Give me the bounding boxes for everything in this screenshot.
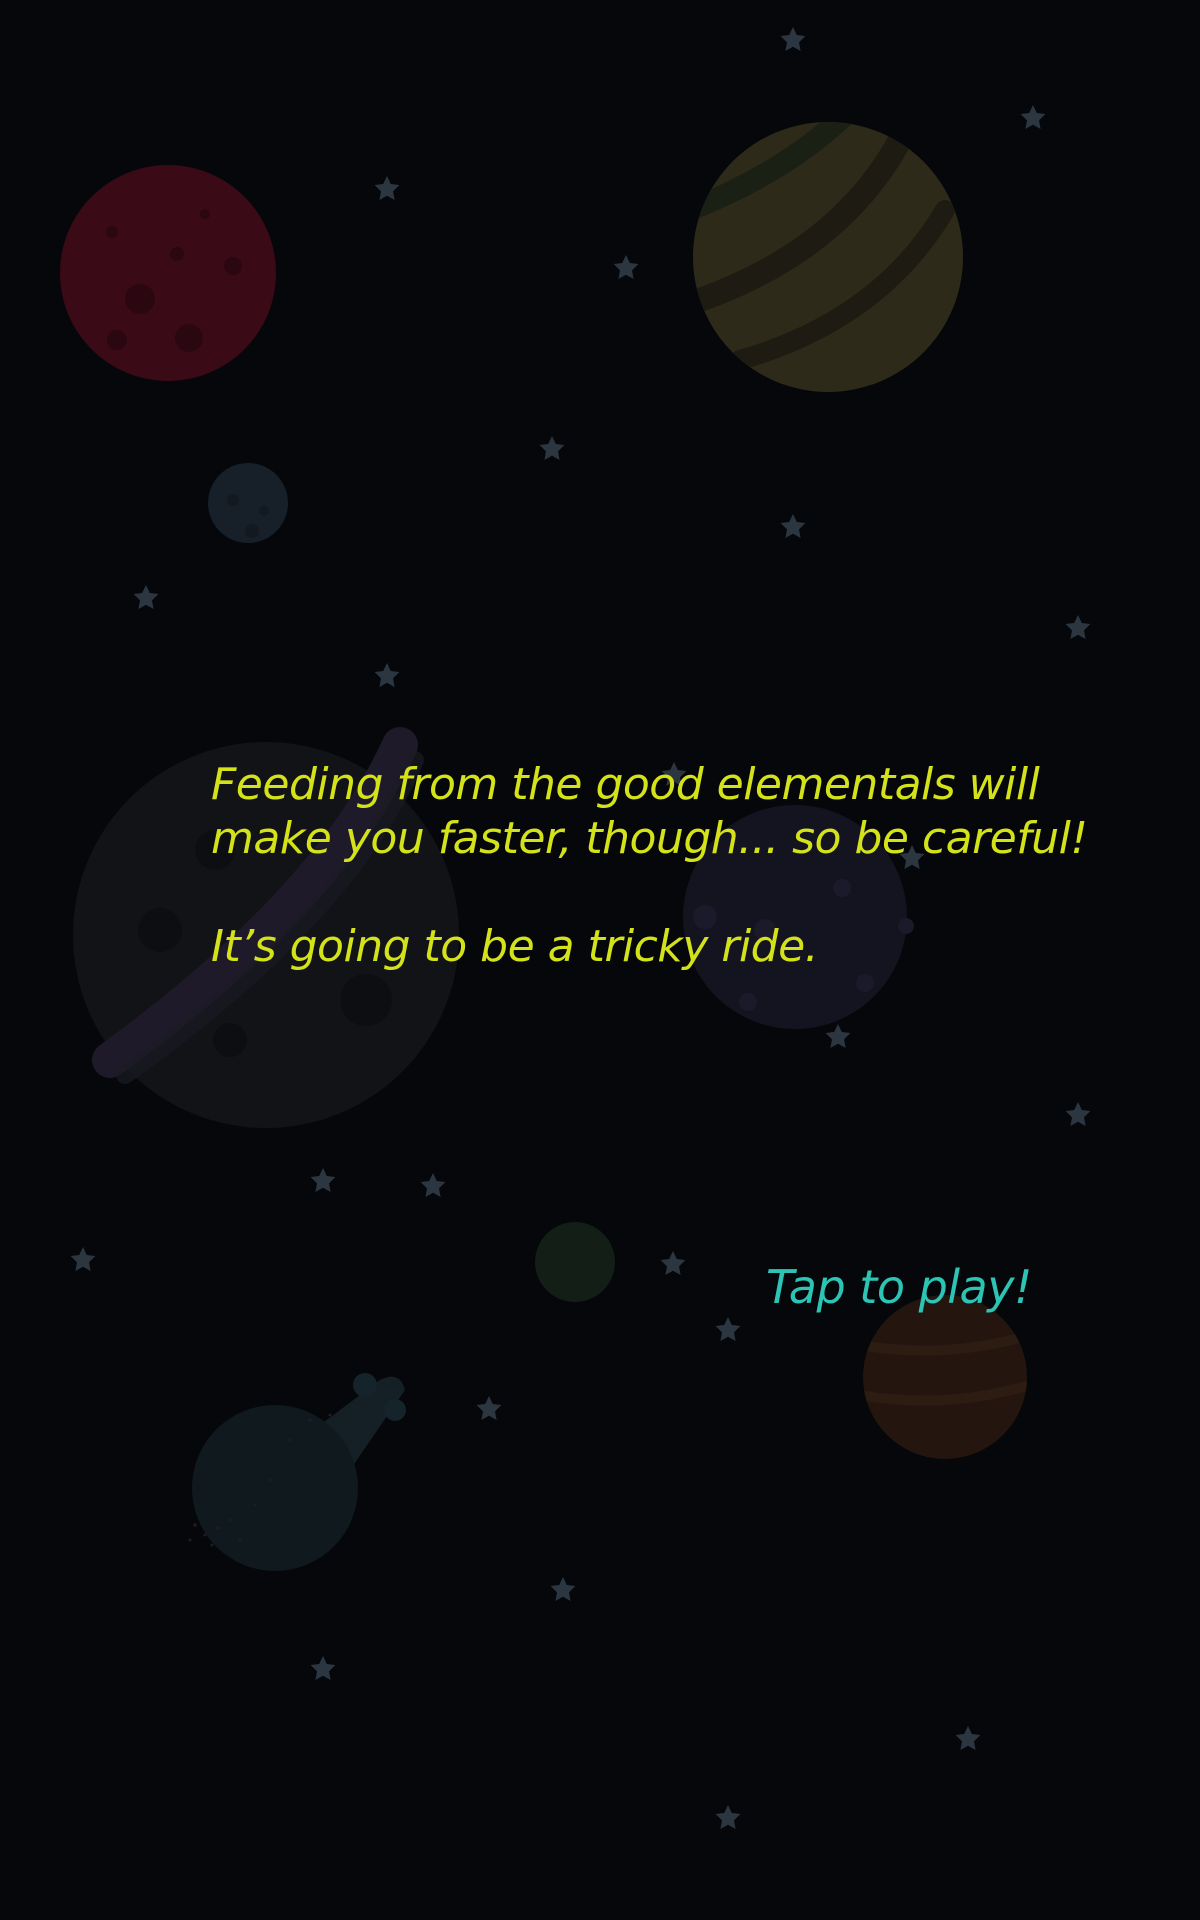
star-icon (1065, 615, 1091, 639)
star-icon (374, 663, 400, 687)
star-icon (780, 514, 806, 538)
small-blue-moon-icon (208, 463, 288, 543)
star-icon (780, 27, 806, 51)
star-icon (715, 1317, 741, 1341)
tap-to-play-button[interactable]: Tap to play! (766, 1259, 1032, 1315)
star-icon (1020, 105, 1046, 129)
star-icon (310, 1656, 336, 1680)
star-icon (825, 1024, 851, 1048)
star-icon (550, 1577, 576, 1601)
star-icon (70, 1247, 96, 1271)
red-cratered-planet-icon (60, 165, 276, 381)
star-icon (476, 1396, 502, 1420)
star-icon (310, 1168, 336, 1192)
intro-message-line: Feeding from the good elementals will (211, 759, 1040, 810)
intro-message-line: make you faster, though... so be careful… (211, 813, 1088, 864)
game-screen[interactable]: Feeding from the good elementals will ma… (0, 0, 1200, 1920)
brown-banded-planet-icon (863, 1295, 1027, 1459)
star-icon (613, 255, 639, 279)
star-icon (1065, 1102, 1091, 1126)
star-icon (374, 176, 400, 200)
star-icon (539, 436, 565, 460)
small-green-planet-icon (535, 1222, 615, 1302)
comet-planet-icon (188, 1373, 406, 1571)
star-icon (660, 1251, 686, 1275)
star-icon (420, 1173, 446, 1197)
intro-message-line: It’s going to be a tricky ride. (211, 921, 819, 972)
star-icon (133, 585, 159, 609)
striped-gas-giant-icon (693, 122, 963, 392)
star-icon (715, 1805, 741, 1829)
star-icon (955, 1726, 981, 1750)
